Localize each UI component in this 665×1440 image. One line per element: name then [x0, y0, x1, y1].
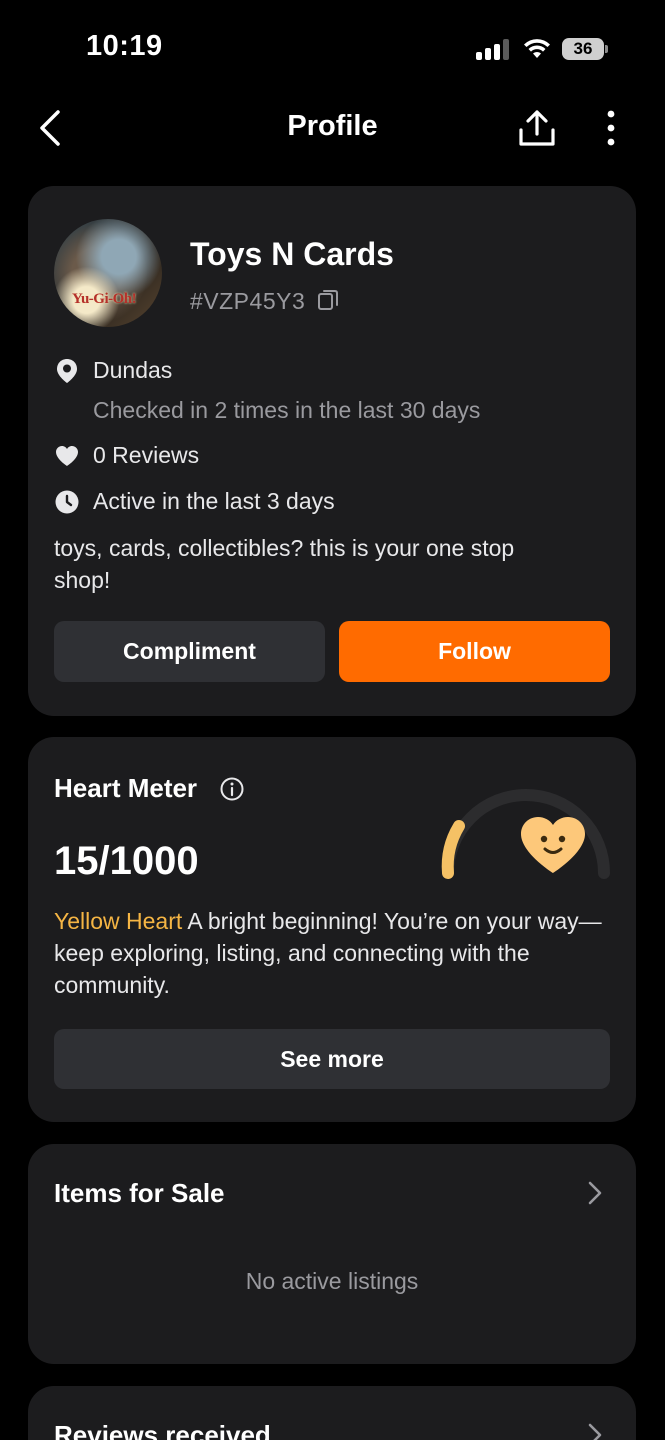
profile-card: Yu-Gi-Oh! Toys N Cards #VZP45Y3 Dundas C…: [28, 186, 636, 716]
nav-bar: Profile: [0, 100, 665, 156]
checkin-text: Checked in 2 times in the last 30 days: [93, 397, 481, 423]
more-icon[interactable]: [598, 108, 624, 148]
reviews-received-card[interactable]: Reviews received: [28, 1386, 636, 1440]
heart-meter-description: Yellow Heart A bright beginning! You’re …: [54, 905, 614, 1001]
empty-listings-text: No active listings: [245, 1268, 419, 1294]
copy-icon[interactable]: [316, 288, 340, 312]
status-bar: 10:19 36: [0, 0, 665, 100]
wifi-icon: [524, 39, 550, 58]
heart-icon: [54, 443, 80, 469]
signal-icon: [476, 38, 510, 60]
items-for-sale-title: Items for Sale: [54, 1178, 225, 1208]
reviews-row[interactable]: 0 Reviews: [54, 442, 199, 469]
heart-meter-gauge: [441, 789, 610, 879]
reviews-received-title: Reviews received: [54, 1420, 271, 1440]
info-icon[interactable]: [220, 777, 244, 801]
heart-face-icon: [521, 817, 585, 873]
share-icon[interactable]: [516, 106, 558, 150]
location-pin-icon: [54, 358, 80, 384]
bio-text: toys, cards, collectibles? this is your …: [54, 535, 515, 593]
battery-level: 36: [562, 38, 604, 60]
reviews-text: 0 Reviews: [93, 442, 200, 468]
activity-row: Active in the last 3 days: [54, 488, 335, 515]
items-for-sale-card[interactable]: Items for Sale No active listings: [28, 1144, 636, 1364]
compliment-button[interactable]: Compliment: [54, 621, 325, 682]
avatar[interactable]: Yu-Gi-Oh!: [54, 219, 162, 327]
heart-meter-card: Heart Meter 15/1000 Yellow Heart A brigh…: [28, 737, 636, 1122]
page-title: Profile: [287, 110, 378, 142]
heart-meter-title: Heart Meter: [54, 773, 198, 803]
location-text: Dundas: [93, 357, 173, 383]
battery-icon: 36: [562, 38, 608, 60]
heart-meter-score: 15/1000: [54, 839, 199, 883]
location-row: Dundas: [54, 357, 172, 384]
activity-text: Active in the last 3 days: [93, 488, 335, 514]
shop-name: Toys N Cards: [190, 236, 394, 272]
shop-id: #VZP45Y3: [190, 288, 306, 314]
follow-button[interactable]: Follow: [339, 621, 610, 682]
clock-icon: [54, 489, 80, 515]
see-more-button[interactable]: See more: [54, 1029, 610, 1089]
chevron-right-icon[interactable]: [584, 1422, 606, 1440]
avatar-logo: Yu-Gi-Oh!: [72, 291, 137, 307]
heart-level: Yellow Heart: [54, 908, 183, 934]
status-time: 10:19: [86, 30, 163, 62]
chevron-right-icon[interactable]: [584, 1180, 606, 1206]
